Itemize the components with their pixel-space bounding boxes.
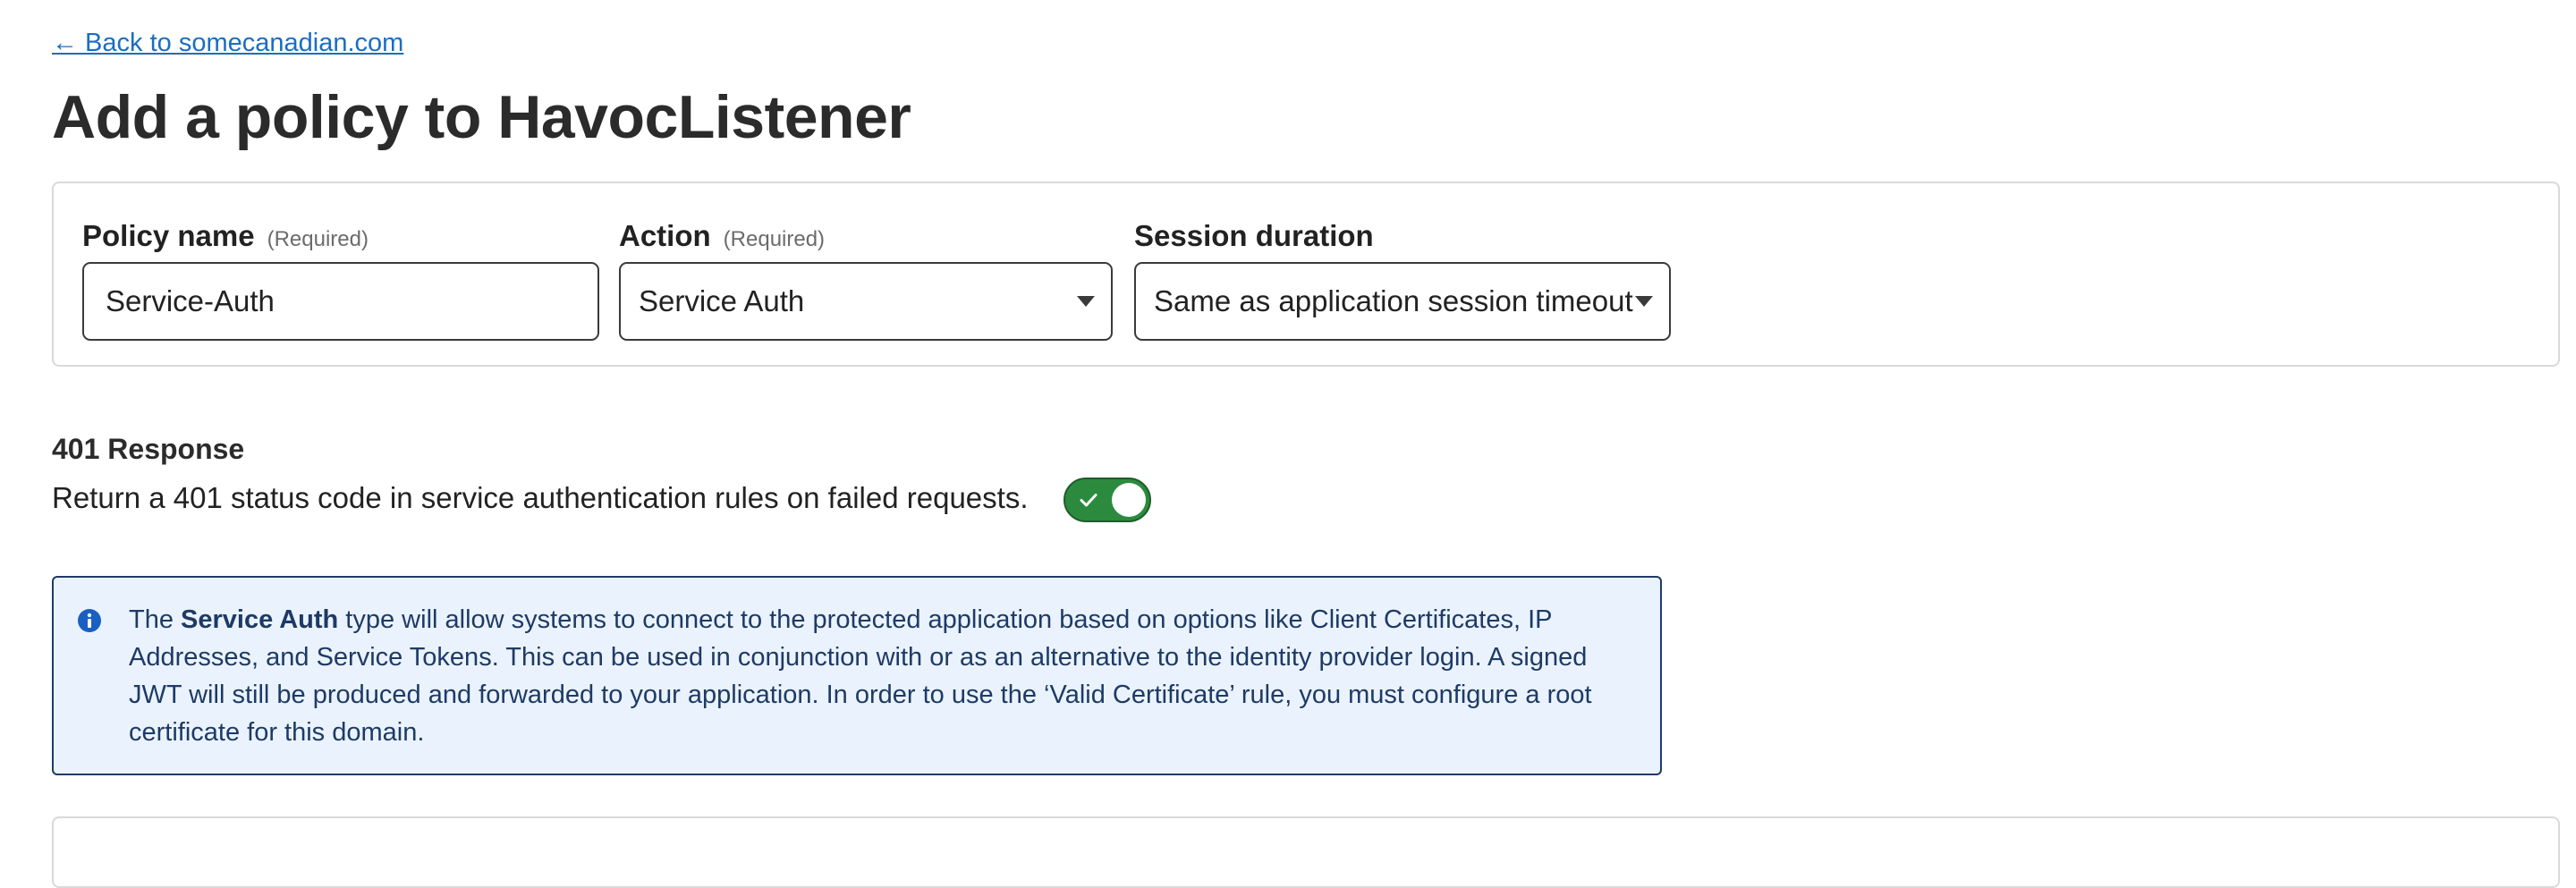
session-duration-field: Session duration Same as application ses… [1134, 219, 1671, 341]
policy-name-field: Policy name (Required) Service-Auth [82, 219, 599, 341]
info-text-bold: Service Auth [181, 605, 339, 634]
policy-name-label: Policy name [82, 219, 255, 252]
action-select[interactable]: Service Auth [619, 262, 1113, 341]
info-text: The Service Auth type will allow systems… [129, 601, 1631, 751]
service-auth-info-box: The Service Auth type will allow systems… [52, 576, 1662, 775]
response-401-description: Return a 401 status code in service auth… [52, 481, 1029, 514]
info-text-body: type will allow systems to connect to th… [129, 605, 1592, 747]
toggle-knob [1112, 483, 1146, 517]
info-icon [78, 609, 101, 632]
caret-down-icon [1077, 296, 1095, 307]
response-401-heading: 401 Response [52, 433, 245, 465]
policy-settings-card: Policy name (Required) Service-Auth Acti… [52, 182, 2560, 367]
back-link[interactable]: ← Back to somecanadian.com [52, 29, 403, 58]
session-duration-label: Session duration [1134, 219, 1374, 252]
page-title: Add a policy to HavocListener [52, 83, 911, 151]
session-duration-selected-value: Same as application session timeout [1154, 284, 1633, 317]
action-label: Action [619, 219, 711, 252]
action-selected-value: Service Auth [639, 284, 805, 317]
action-required-hint: (Required) [723, 227, 826, 251]
policy-name-value: Service-Auth [106, 284, 275, 317]
policy-name-input[interactable]: Service-Auth [82, 262, 599, 341]
response-401-toggle[interactable] [1063, 478, 1151, 522]
caret-down-icon [1635, 296, 1653, 307]
session-duration-label-row: Session duration [1134, 219, 1374, 255]
check-icon [1080, 494, 1097, 507]
policy-name-label-row: Policy name (Required) [82, 219, 369, 255]
action-field: Action (Required) Service Auth [619, 219, 1113, 341]
rules-card [52, 816, 2560, 888]
info-text-prefix: The [129, 605, 182, 634]
action-label-row: Action (Required) [619, 219, 825, 255]
policy-name-required-hint: (Required) [267, 227, 369, 251]
session-duration-select[interactable]: Same as application session timeout [1134, 262, 1671, 341]
